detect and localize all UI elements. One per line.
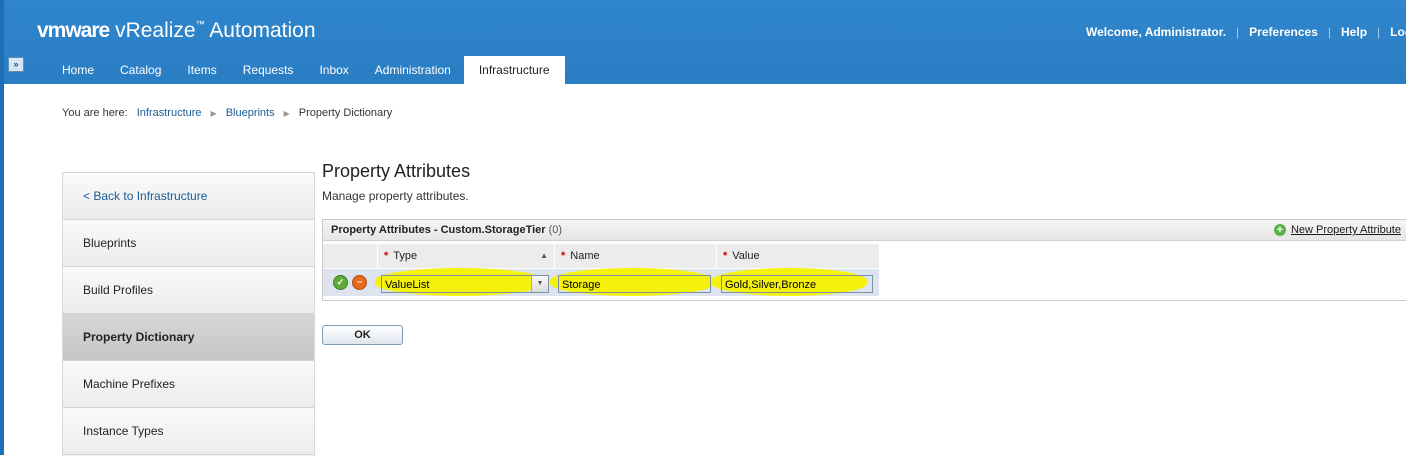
new-attribute-label: New Property Attribute xyxy=(1290,224,1401,236)
welcome-text: Welcome, Administrator. xyxy=(1086,25,1227,39)
tab-items[interactable]: Items xyxy=(174,56,229,84)
type-dropdown[interactable]: ValueList ▼ xyxy=(381,275,549,293)
cancel-row-icon[interactable]: − xyxy=(352,275,367,290)
expand-panel-icon[interactable]: » xyxy=(8,57,24,72)
col-name-header[interactable]: * Name xyxy=(555,244,716,268)
breadcrumb-arrow-icon: ▶ xyxy=(283,109,290,118)
brand-product: vRealize xyxy=(115,19,196,42)
col-type-label: Type xyxy=(393,250,418,262)
tab-inbox[interactable]: Inbox xyxy=(306,56,361,84)
col-value-header[interactable]: * Value xyxy=(717,244,879,268)
page-title: Property Attributes xyxy=(322,161,471,181)
tab-infrastructure[interactable]: Infrastructure xyxy=(463,56,565,84)
sort-asc-icon[interactable]: ▲ xyxy=(540,244,548,268)
sidebar-item-property-dictionary[interactable]: Property Dictionary xyxy=(63,314,314,361)
required-icon: * xyxy=(384,250,389,262)
breadcrumb-arrow-icon: ▶ xyxy=(210,109,217,118)
top-links: Welcome, Administrator. | Preferences | Help… xyxy=(1086,25,1406,39)
sidebar-item-instance-types[interactable]: Instance Types xyxy=(63,408,314,455)
grid-title-prefix: Property Attributes - xyxy=(331,224,441,236)
tab-catalog[interactable]: Catalog xyxy=(107,56,174,84)
grid-title-name: Custom.StorageTier xyxy=(440,224,546,236)
sidebar-item-blueprints[interactable]: Blueprints xyxy=(63,220,314,267)
breadcrumb-infrastructure[interactable]: Infrastructure xyxy=(137,107,202,119)
type-value: ValueList xyxy=(385,279,430,291)
preferences-link[interactable]: Preferences xyxy=(1249,25,1318,39)
breadcrumb: You are here: Infrastructure ▶ Blueprints ▶… xyxy=(62,107,392,119)
chevron-down-icon[interactable]: ▼ xyxy=(531,276,548,292)
col-name-label: Name xyxy=(570,250,600,262)
col-actions-header xyxy=(323,244,377,268)
col-type-header[interactable]: * Type ▲ xyxy=(378,244,554,268)
grid-header: Property Attributes - Custom.StorageTier… xyxy=(323,220,1406,241)
help-link[interactable]: Help xyxy=(1341,25,1367,39)
accept-row-icon[interactable]: ✓ xyxy=(333,275,348,290)
grid-count: (0) xyxy=(548,224,563,236)
col-value-label: Value xyxy=(732,250,760,262)
sidebar-item-build-profiles[interactable]: Build Profiles xyxy=(63,267,314,314)
logout-link[interactable]: Logou xyxy=(1390,25,1406,39)
sidebar: < Back to Infrastructure Blueprints Buil… xyxy=(62,172,315,456)
add-icon: + xyxy=(1273,224,1286,237)
brand-vmware: vmware xyxy=(37,19,110,42)
required-icon: * xyxy=(561,250,566,262)
breadcrumb-prefix: You are here: xyxy=(62,107,128,119)
main-tabs: Home Catalog Items Requests Inbox Administrat… xyxy=(49,56,565,84)
tab-home[interactable]: Home xyxy=(49,56,107,84)
tab-administration[interactable]: Administration xyxy=(362,56,464,84)
sidebar-item-back[interactable]: < Back to Infrastructure xyxy=(63,173,314,220)
required-icon: * xyxy=(723,250,728,262)
page-subtitle: Manage property attributes. xyxy=(322,189,469,203)
new-property-attribute-link[interactable]: + New Property Attribute xyxy=(1273,220,1401,240)
value-input[interactable]: Gold,Silver,Bronze xyxy=(721,275,873,293)
tab-requests[interactable]: Requests xyxy=(230,56,307,84)
vmware-logo: vmware vRealize™ Automation xyxy=(37,19,316,42)
ok-button[interactable]: OK xyxy=(322,325,403,345)
name-input[interactable]: Storage xyxy=(558,275,711,293)
breadcrumb-current: Property Dictionary xyxy=(298,107,393,119)
sidebar-item-machine-prefixes[interactable]: Machine Prefixes xyxy=(63,361,314,408)
brand-suffix: Automation xyxy=(209,19,316,42)
breadcrumb-blueprints[interactable]: Blueprints xyxy=(226,107,275,119)
